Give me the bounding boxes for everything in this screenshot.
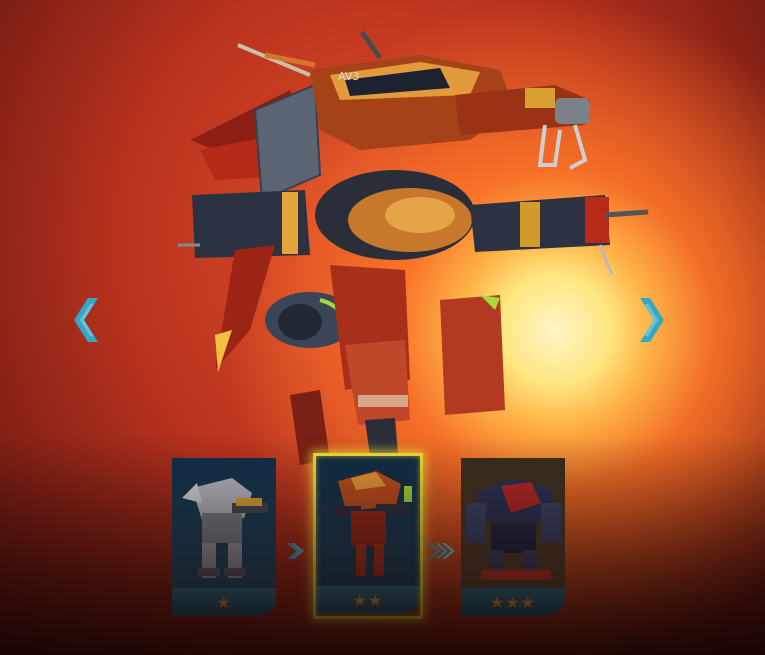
previous-mech-arrow[interactable] bbox=[66, 290, 106, 350]
star-rating: ★★★ bbox=[461, 588, 565, 616]
mech-thumbnail-tier-1 bbox=[172, 458, 276, 588]
mech-thumbnail-tier-2 bbox=[316, 456, 420, 586]
tier-card-3-star[interactable]: ★★★ bbox=[461, 458, 565, 616]
chevron-left-icon bbox=[74, 298, 98, 342]
double-chevron-right-icon bbox=[428, 543, 455, 559]
tier-card-2-star-selected[interactable]: ★★ bbox=[316, 456, 420, 614]
hull-marking: AV3 bbox=[338, 70, 359, 83]
mech-right-leg bbox=[440, 295, 505, 415]
mech-thumbnail-tier-3 bbox=[461, 458, 565, 588]
next-mech-arrow[interactable] bbox=[632, 290, 672, 350]
chevron-right-icon bbox=[640, 298, 664, 342]
star-rating: ★★ bbox=[316, 586, 420, 614]
single-chevron-right-icon bbox=[287, 543, 304, 559]
star-rating: ★ bbox=[172, 588, 276, 616]
game-scene-background: AV3 ★ ★★ ★★★ bbox=[0, 0, 765, 655]
tier-card-1-star[interactable]: ★ bbox=[172, 458, 276, 616]
